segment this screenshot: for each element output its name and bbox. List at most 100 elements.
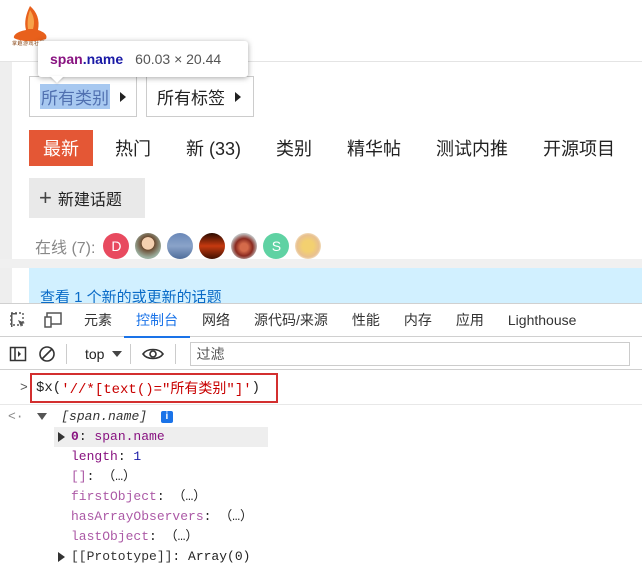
- row-key: hasArrayObservers: [71, 509, 204, 524]
- topic-nav: 最新 热门 新 (33) 类别 精华帖 测试内推 开源项目: [29, 130, 642, 166]
- filter-input[interactable]: 过滤: [190, 341, 631, 366]
- return-arrow-icon: <·: [8, 409, 24, 424]
- tab-lighthouse[interactable]: Lighthouse: [496, 304, 589, 337]
- avatar[interactable]: [167, 233, 194, 259]
- tooltip-tag: span: [50, 51, 83, 67]
- row-sep: :: [86, 469, 103, 484]
- new-topic-label: 新建话题: [57, 192, 122, 209]
- avatar[interactable]: D: [103, 233, 130, 259]
- tooltip-selector: .name: [82, 51, 124, 67]
- devtools-tabbar: 元素 控制台 网络 源代码/来源 性能 内存 应用 Lighthouse: [0, 303, 642, 338]
- row-key: 0: [71, 429, 79, 444]
- inspect-icon[interactable]: [0, 311, 36, 329]
- nav-featured[interactable]: 精华帖: [347, 135, 401, 161]
- console-output: > $x('//*[text()="所有类别"]') <· [span.name…: [0, 371, 642, 575]
- row-sep: :: [172, 549, 189, 564]
- row-sep: :: [117, 449, 134, 464]
- eye-icon[interactable]: [139, 347, 167, 361]
- command-xpath: '//*[text()="所有类别"]': [61, 382, 252, 398]
- online-label: 在线 (7):: [35, 240, 96, 257]
- row-key: [[Prototype]]: [71, 549, 173, 564]
- expand-icon[interactable]: [58, 551, 65, 562]
- category-dropdown[interactable]: 所有类别: [29, 76, 137, 117]
- toolbar-divider: [66, 343, 67, 364]
- tab-network[interactable]: 网络: [190, 304, 242, 337]
- tooltip-arrow: [50, 76, 64, 83]
- row-sep: :: [149, 529, 165, 544]
- row-value: （…）: [172, 489, 207, 504]
- list-item[interactable]: [[Prototype]]: Array(0): [58, 547, 250, 567]
- row-key: length: [71, 449, 118, 464]
- row-key: firstObject: [71, 489, 157, 504]
- nav-categories[interactable]: 类别: [276, 135, 312, 161]
- avatar[interactable]: [135, 233, 162, 259]
- console-input-row: > $x('//*[text()="所有类别"]'): [0, 371, 642, 405]
- avatar[interactable]: [231, 233, 258, 259]
- nav-new[interactable]: 新 (33): [186, 135, 241, 161]
- list-item[interactable]: 0: span.name: [54, 427, 268, 447]
- row-value: （…）: [164, 529, 199, 544]
- devtools-panel: 元素 控制台 网络 源代码/来源 性能 内存 应用 Lighthouse top…: [0, 303, 642, 575]
- caret-right-icon: [235, 91, 241, 102]
- row-key: lastObject: [71, 529, 150, 544]
- inspect-tooltip: span .name 60.03 × 20.44: [38, 41, 248, 77]
- new-topics-banner[interactable]: 查看 1 个新的或更新的话题: [29, 268, 642, 303]
- collapse-icon[interactable]: [37, 413, 48, 421]
- row-sep: :: [78, 429, 95, 444]
- nav-hot[interactable]: 热门: [115, 135, 151, 161]
- list-item[interactable]: length: 1: [71, 447, 141, 467]
- chevron-right-icon: >: [20, 380, 28, 395]
- tab-performance[interactable]: 性能: [340, 304, 392, 337]
- plus-icon: +: [39, 185, 52, 210]
- row-value: （…）: [219, 509, 254, 524]
- row-sep: :: [203, 509, 220, 524]
- row-value: Array(0): [188, 549, 251, 564]
- new-topics-link[interactable]: 查看 1 个新的或更新的话题: [40, 286, 222, 303]
- console-toolbar: top 过滤: [0, 338, 642, 370]
- sidebar-icon[interactable]: [0, 346, 36, 362]
- avatar[interactable]: S: [263, 233, 290, 259]
- console-command[interactable]: $x('//*[text()="所有类别"]'): [30, 373, 278, 403]
- row-value: 1: [133, 449, 142, 464]
- tab-memory[interactable]: 内存: [392, 304, 444, 337]
- nav-open-source[interactable]: 开源项目: [543, 135, 615, 161]
- result-header[interactable]: <· [span.name] i: [8, 407, 173, 427]
- list-item[interactable]: hasArrayObservers: （…）: [71, 507, 253, 527]
- command-prefix: $x(: [36, 380, 62, 396]
- row-key: []: [71, 469, 87, 484]
- row-value: （…）: [102, 469, 137, 484]
- tab-sources[interactable]: 源代码/来源: [242, 304, 340, 337]
- tag-dropdown[interactable]: 所有标签: [146, 76, 254, 117]
- list-item[interactable]: firstObject: （…）: [71, 487, 206, 507]
- context-selector[interactable]: top: [85, 345, 123, 362]
- device-icon[interactable]: [36, 311, 72, 329]
- context-label: top: [85, 345, 105, 362]
- command-suffix: ): [251, 380, 261, 396]
- nav-referral[interactable]: 测试内推: [436, 135, 508, 161]
- expand-icon[interactable]: [58, 431, 65, 442]
- caret-right-icon: [120, 91, 126, 102]
- online-users: 在线 (7): D S: [35, 233, 327, 259]
- list-item[interactable]: lastObject: （…）: [71, 527, 198, 547]
- new-topic-button[interactable]: + 新建话题: [29, 178, 145, 218]
- row-sep: :: [156, 489, 173, 504]
- tab-elements[interactable]: 元素: [72, 304, 124, 337]
- list-item[interactable]: []: （…）: [71, 467, 136, 487]
- web-page: 掌趣游戏社区 span .name 60.03 × 20.44 所有类别 所有标签…: [0, 0, 642, 303]
- tooltip-dimensions: 60.03 × 20.44: [135, 51, 222, 67]
- category-dropdown-label: 所有类别: [40, 84, 110, 109]
- tag-dropdown-label: 所有标签: [157, 89, 225, 108]
- result-label: [span.name]: [61, 409, 148, 424]
- tab-application[interactable]: 应用: [444, 304, 496, 337]
- toolbar-divider: [175, 343, 177, 364]
- avatar[interactable]: [295, 233, 322, 259]
- divider: [0, 259, 642, 268]
- avatar[interactable]: [199, 233, 226, 259]
- toolbar-divider: [130, 343, 132, 364]
- row-value: span.name: [94, 429, 165, 444]
- tab-console[interactable]: 控制台: [124, 304, 190, 338]
- chevron-down-icon: [112, 350, 123, 357]
- clear-icon[interactable]: [36, 345, 58, 363]
- nav-latest[interactable]: 最新: [29, 130, 93, 166]
- info-icon[interactable]: i: [160, 410, 173, 423]
